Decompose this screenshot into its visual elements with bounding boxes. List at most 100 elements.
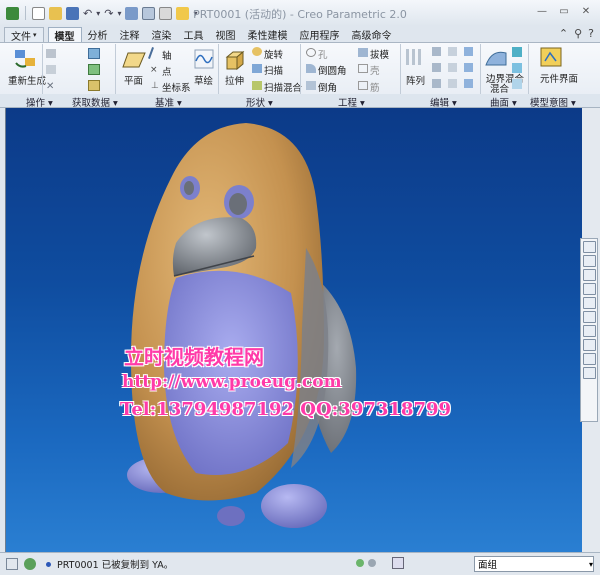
- tab-flexible-modeling[interactable]: 柔性建模: [242, 27, 294, 42]
- mirror-icon[interactable]: [432, 47, 441, 56]
- annotation-display-icon[interactable]: [582, 353, 596, 365]
- save-icon[interactable]: [66, 6, 79, 20]
- sweep-label[interactable]: 扫描: [264, 63, 283, 77]
- round-icon[interactable]: [306, 64, 316, 73]
- refit-icon[interactable]: [582, 241, 596, 253]
- minimize-icon[interactable]: —: [534, 4, 550, 18]
- component-interface-icon[interactable]: [540, 47, 562, 67]
- datum-display-icon[interactable]: [582, 339, 596, 351]
- view-manager-icon[interactable]: [582, 325, 596, 337]
- shell-label[interactable]: 壳: [370, 63, 380, 77]
- minimize-ribbon-icon[interactable]: ⌃: [559, 27, 568, 40]
- group-operations[interactable]: 操作 ▾: [26, 95, 53, 109]
- redo-dropdown-icon[interactable]: ▾: [117, 9, 121, 18]
- revolve-icon[interactable]: [252, 47, 262, 56]
- boundary-blend-icon[interactable]: [484, 47, 508, 69]
- extrude-icon[interactable]: [224, 49, 246, 71]
- chamfer-icon[interactable]: [306, 81, 316, 90]
- rib-icon[interactable]: [358, 81, 368, 90]
- shrinkwrap-icon[interactable]: [88, 80, 100, 91]
- revolve-label[interactable]: 旋转: [264, 47, 283, 61]
- axis-label[interactable]: 轴: [162, 48, 172, 62]
- zoom-out-icon[interactable]: [582, 269, 596, 281]
- csys-icon[interactable]: ⊥: [151, 81, 159, 91]
- swept-blend-icon[interactable]: [252, 81, 262, 90]
- chamfer-label[interactable]: 倒角: [318, 80, 337, 94]
- group-surfaces[interactable]: 曲面 ▾: [490, 95, 517, 109]
- selection-filter-select[interactable]: 面组 ▾: [474, 556, 594, 572]
- trim-icon[interactable]: [432, 63, 441, 72]
- sweep-icon[interactable]: [252, 64, 262, 73]
- intersect-icon[interactable]: [464, 63, 473, 72]
- zoom-in-icon[interactable]: [582, 255, 596, 267]
- undo-dropdown-icon[interactable]: ▾: [96, 9, 100, 18]
- plane-label[interactable]: 平面: [124, 73, 143, 87]
- spin-center-icon[interactable]: [582, 367, 596, 379]
- draft-label[interactable]: 拔模: [370, 47, 389, 61]
- pattern-label[interactable]: 阵列: [406, 73, 425, 87]
- close-icon[interactable]: ✕: [578, 4, 594, 18]
- tab-applications[interactable]: 应用程序: [294, 27, 346, 42]
- graphics-viewport[interactable]: 立时视频教程网 http://www.proeug.com Tel:137949…: [5, 108, 582, 552]
- user-defined-feature-icon[interactable]: [88, 48, 100, 59]
- find-icon[interactable]: [392, 557, 404, 569]
- new-file-icon[interactable]: [32, 6, 45, 20]
- redo-icon[interactable]: ↷: [104, 7, 113, 20]
- regenerate-label[interactable]: 重新生成: [8, 73, 46, 87]
- display-style-icon[interactable]: [582, 297, 596, 309]
- project-icon[interactable]: [464, 47, 473, 56]
- sketch-icon[interactable]: [194, 49, 214, 69]
- boundary-blend-label-2[interactable]: 混合: [490, 81, 509, 95]
- copy-icon[interactable]: [46, 49, 56, 58]
- group-engineering[interactable]: 工程 ▾: [338, 95, 365, 109]
- shell-icon[interactable]: [358, 64, 368, 73]
- tab-file[interactable]: 文件 ▾: [4, 27, 44, 43]
- freestyle-icon[interactable]: [512, 63, 522, 73]
- hole-icon[interactable]: [306, 48, 316, 57]
- component-interface-label[interactable]: 元件界面: [540, 71, 578, 85]
- solidify-icon[interactable]: [448, 79, 457, 88]
- maximize-icon[interactable]: ▭: [556, 4, 572, 18]
- open-folder-icon[interactable]: [49, 6, 62, 20]
- paste-icon[interactable]: [46, 65, 56, 74]
- undo-icon[interactable]: ↶: [83, 7, 92, 20]
- help-icon[interactable]: ?: [588, 27, 594, 40]
- swept-blend-label[interactable]: 扫描混合: [264, 80, 302, 94]
- rib-label[interactable]: 筋: [370, 80, 380, 94]
- csys-label[interactable]: 坐标系: [162, 80, 191, 94]
- group-editing[interactable]: 编辑 ▾: [430, 95, 457, 109]
- wrap-icon[interactable]: [464, 79, 473, 88]
- group-shapes[interactable]: 形状 ▾: [246, 95, 273, 109]
- tab-annotate[interactable]: 注释: [114, 27, 146, 42]
- extrude-label[interactable]: 拉伸: [225, 73, 244, 87]
- folder-icon[interactable]: [176, 6, 190, 20]
- group-datum[interactable]: 基准 ▾: [155, 95, 182, 109]
- fill-icon[interactable]: [512, 79, 522, 89]
- regenerate-small-icon[interactable]: [125, 6, 139, 20]
- point-icon[interactable]: ×: [150, 65, 158, 75]
- sketch-label[interactable]: 草绘: [194, 73, 213, 87]
- close-window-icon[interactable]: [159, 6, 173, 20]
- tab-model[interactable]: 模型: [47, 27, 82, 43]
- offset-icon[interactable]: [448, 47, 457, 56]
- copy-geometry-icon[interactable]: [88, 64, 100, 75]
- group-get-data[interactable]: 获取数据 ▾: [72, 95, 118, 109]
- model-tree-toggle-icon[interactable]: [6, 558, 18, 570]
- group-model-intent[interactable]: 模型意图 ▾: [530, 95, 576, 109]
- thicken-icon[interactable]: [448, 63, 457, 72]
- merge-icon[interactable]: [432, 79, 441, 88]
- point-label[interactable]: 点: [162, 64, 172, 78]
- customize-dropdown-icon[interactable]: ▾: [193, 9, 197, 18]
- search-icon[interactable]: ⚲: [574, 27, 582, 40]
- tab-render[interactable]: 渲染: [146, 27, 178, 42]
- hole-label[interactable]: 孔: [318, 47, 328, 61]
- tab-advanced[interactable]: 高级命令: [346, 27, 398, 42]
- pattern-icon[interactable]: [406, 49, 422, 65]
- style-icon[interactable]: [512, 47, 522, 57]
- plane-icon[interactable]: [122, 51, 146, 69]
- saved-orientations-icon[interactable]: [582, 311, 596, 323]
- tab-view[interactable]: 视图: [210, 27, 242, 42]
- round-label[interactable]: 倒圆角: [318, 63, 347, 77]
- regenerate-icon[interactable]: [12, 47, 38, 69]
- draft-icon[interactable]: [358, 48, 368, 57]
